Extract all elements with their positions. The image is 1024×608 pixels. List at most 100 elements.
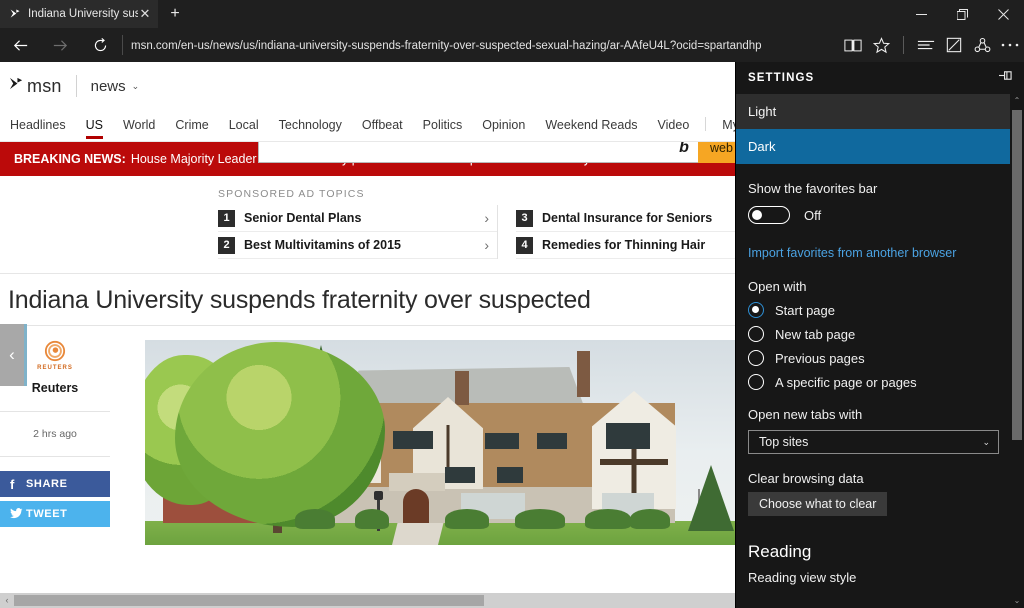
nav-item-world[interactable]: World <box>113 118 165 141</box>
previous-article-button[interactable]: ‹ <box>0 324 27 386</box>
article-photo <box>145 340 740 545</box>
browser-window: Indiana University suspe ✕ + msn.com <box>0 0 1024 608</box>
nav-item-video[interactable]: Video <box>648 118 700 141</box>
facebook-share-button[interactable]: f SHARE <box>0 471 110 497</box>
msn-logo-text: msn <box>27 76 62 97</box>
hub-reading-list-icon[interactable] <box>912 28 940 62</box>
theme-option-light[interactable]: Light <box>736 94 1011 129</box>
address-bar[interactable]: msn.com/en-us/news/us/indiana-university… <box>131 39 839 52</box>
back-arrow-icon[interactable] <box>0 28 40 62</box>
favorites-bar-toggle[interactable] <box>748 206 790 224</box>
open-with-label: Open with <box>736 262 1011 294</box>
nav-item-weekend-reads[interactable]: Weekend Reads <box>535 118 647 141</box>
search-input[interactable] <box>267 140 670 155</box>
scroll-left-arrow-icon[interactable]: ‹ <box>0 593 14 608</box>
settings-pane: SETTINGS Light Dark Show the favorites b… <box>735 62 1024 608</box>
open-new-tabs-select[interactable]: Top sites ⌄ <box>748 430 999 454</box>
clear-browsing-data-label: Clear browsing data <box>736 454 1011 486</box>
chevron-down-icon: ⌄ <box>132 81 140 92</box>
reading-view-style-label: Reading view style <box>736 562 1011 585</box>
new-tab-button[interactable]: + <box>160 0 190 28</box>
share-icon[interactable] <box>968 28 996 62</box>
settings-vertical-scrollbar[interactable]: ⌃ ⌄ <box>1010 94 1024 608</box>
open-new-tabs-value: Top sites <box>759 435 982 449</box>
page-horizontal-scrollbar[interactable]: ‹ <box>0 593 735 608</box>
chevron-right-icon: › <box>484 210 489 226</box>
restore-icon[interactable] <box>942 0 983 28</box>
tab-close-icon[interactable]: ✕ <box>138 7 152 21</box>
radio-label: Start page <box>775 303 835 318</box>
nav-item-us[interactable]: US <box>76 118 113 141</box>
favorites-bar-label: Show the favorites bar <box>736 164 1011 196</box>
msn-logo[interactable]: msn <box>6 76 62 97</box>
chevron-right-icon: › <box>484 237 489 253</box>
reuters-wordmark: REUTERS <box>37 365 73 371</box>
web-note-icon[interactable] <box>940 28 968 62</box>
ad-row[interactable]: 1 Senior Dental Plans › <box>218 205 497 232</box>
radio-label: Previous pages <box>775 351 865 366</box>
favorites-bar-row: Off <box>736 196 1011 224</box>
settings-header: SETTINGS <box>736 62 1024 94</box>
import-favorites-row: Import favorites from another browser <box>736 224 1011 262</box>
ad-row[interactable]: 2 Best Multivitamins of 2015 › <box>218 232 497 259</box>
forward-arrow-icon[interactable] <box>40 28 80 62</box>
navigation-toolbar: msn.com/en-us/news/us/indiana-university… <box>0 28 1024 62</box>
msn-butterfly-icon <box>8 7 22 21</box>
more-actions-icon[interactable] <box>996 28 1024 62</box>
ad-number: 1 <box>218 210 235 227</box>
scroll-down-arrow-icon[interactable]: ⌄ <box>1010 594 1024 608</box>
nav-item-technology[interactable]: Technology <box>269 118 352 141</box>
open-with-option-previous-pages[interactable]: Previous pages <box>736 342 1011 366</box>
tab-title: Indiana University suspe <box>28 8 138 20</box>
nav-item-local[interactable]: Local <box>219 118 269 141</box>
settings-scroll-region: Light Dark Show the favorites bar Off Im… <box>736 94 1011 608</box>
window-controls <box>901 0 1024 28</box>
scroll-up-arrow-icon[interactable]: ⌃ <box>1010 94 1024 108</box>
twitter-bird-icon <box>10 507 26 522</box>
radio-icon <box>748 326 764 342</box>
settings-title: SETTINGS <box>748 72 996 84</box>
browser-tab[interactable]: Indiana University suspe ✕ <box>0 0 158 28</box>
nav-item-headlines[interactable]: Headlines <box>0 118 76 141</box>
ad-number: 2 <box>218 237 235 254</box>
minimize-icon[interactable] <box>901 0 942 28</box>
close-icon[interactable] <box>983 0 1024 28</box>
theme-option-dark[interactable]: Dark <box>736 129 1011 164</box>
twitter-share-label: TWEET <box>26 508 68 520</box>
add-favorite-star-icon[interactable] <box>867 28 895 62</box>
nav-item-crime[interactable]: Crime <box>165 118 218 141</box>
nav-item-opinion[interactable]: Opinion <box>472 118 535 141</box>
reload-icon[interactable] <box>80 28 120 62</box>
pin-icon[interactable] <box>996 69 1014 87</box>
open-new-tabs-label: Open new tabs with <box>736 390 1011 422</box>
nav-items: Headlines US World Crime Local Technolog… <box>0 117 788 141</box>
import-favorites-link[interactable]: Import favorites from another browser <box>748 246 956 260</box>
facebook-icon: f <box>10 477 26 492</box>
choose-what-to-clear-button[interactable]: Choose what to clear <box>748 492 887 516</box>
toggle-knob <box>752 210 762 220</box>
vertical-scroll-thumb[interactable] <box>1012 110 1022 440</box>
nav-item-politics[interactable]: Politics <box>413 118 473 141</box>
address-divider <box>122 35 123 55</box>
open-with-option-start-page[interactable]: Start page <box>736 294 1011 318</box>
open-with-option-new-tab-page[interactable]: New tab page <box>736 318 1011 342</box>
radio-label: New tab page <box>775 327 855 342</box>
reading-view-icon[interactable] <box>839 28 867 62</box>
reuters-spiral-icon <box>44 340 66 362</box>
ad-number: 4 <box>516 237 533 254</box>
reading-section-heading: Reading <box>736 516 1011 562</box>
nav-divider <box>705 117 706 131</box>
nav-item-offbeat[interactable]: Offbeat <box>352 118 413 141</box>
open-with-option-specific-page[interactable]: A specific page or pages <box>736 366 1011 390</box>
twitter-share-button[interactable]: TWEET <box>0 501 110 527</box>
article-timestamp: 2 hrs ago <box>0 412 110 457</box>
header-divider <box>76 75 77 97</box>
radio-icon <box>748 374 764 390</box>
horizontal-scroll-thumb[interactable] <box>14 595 484 606</box>
msn-butterfly-icon <box>6 76 26 96</box>
ad-text: Senior Dental Plans <box>244 211 484 225</box>
chevron-down-icon: ⌄ <box>982 437 990 448</box>
ad-text: Best Multivitamins of 2015 <box>244 238 484 252</box>
chrome-icon-group <box>839 28 1024 62</box>
vertical-selector[interactable]: news ⌄ <box>91 78 140 95</box>
